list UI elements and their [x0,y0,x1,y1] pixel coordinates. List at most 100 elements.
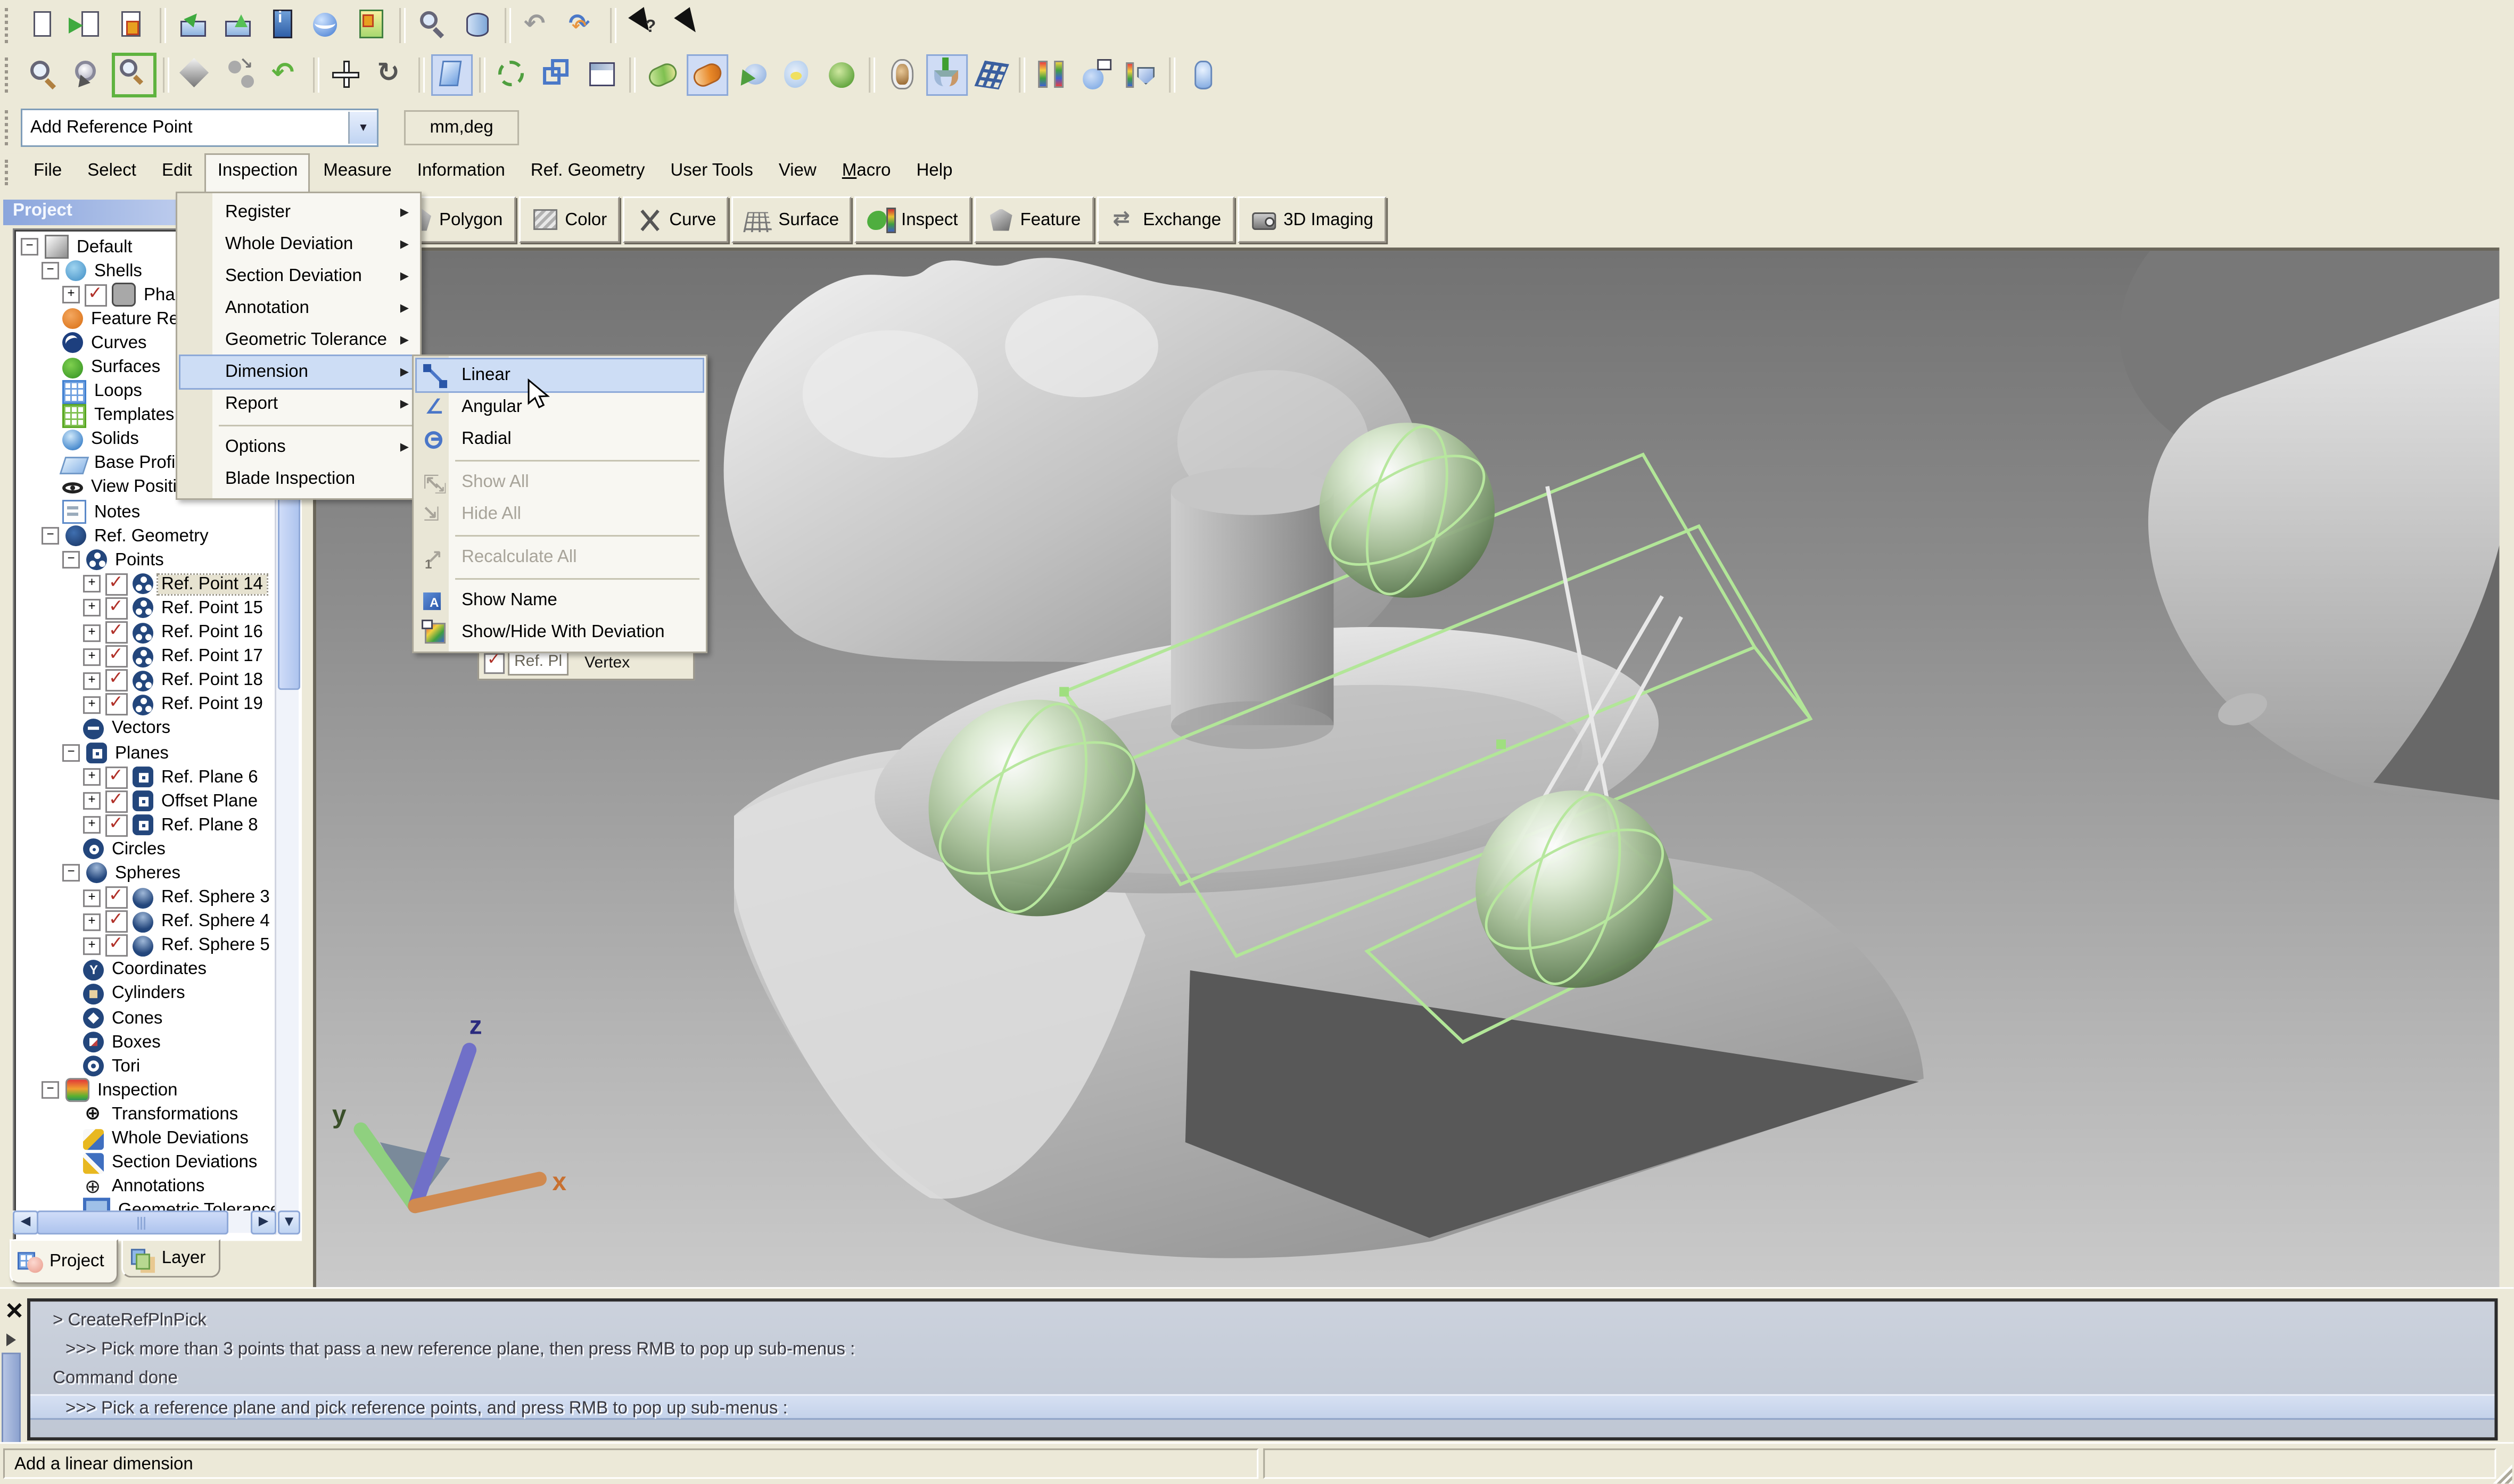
command-combobox[interactable]: Add Reference Point ▼ [21,109,378,147]
menu-macro[interactable]: Macro [829,153,904,192]
checkbox-checked[interactable] [484,653,505,673]
checkbox-checked[interactable] [85,284,107,306]
tab-inspect[interactable]: Inspect [855,196,970,243]
tree-item-ref-plane-6[interactable]: +Ref. Plane 6 [14,765,300,789]
submenu-item-radial[interactable]: Radial [417,423,703,455]
collapse-icon[interactable]: − [62,865,80,883]
tree-item-notes[interactable]: Notes [14,500,300,524]
tree-item-tori[interactable]: Tori [14,1054,300,1078]
submenu-item-linear[interactable]: Linear [417,359,703,391]
tree-item-section-deviations[interactable]: Section Deviations [14,1151,300,1175]
checkbox-checked[interactable] [105,621,128,644]
blob-flag-icon[interactable] [1076,54,1118,96]
expand-icon[interactable]: + [83,575,101,593]
menu-measure[interactable]: Measure [310,153,404,192]
vertex-label[interactable]: Vertex [584,654,630,672]
collapse-icon[interactable]: − [21,238,38,255]
menubar-grip[interactable] [5,160,13,185]
tab-curve[interactable]: Curve [623,196,729,243]
tree-item-ref-sphere-4[interactable]: +Ref. Sphere 4 [14,910,300,934]
tree-item-ref-point-15[interactable]: +Ref. Point 15 [14,596,300,620]
menu-item-annotation[interactable]: Annotation▶ [180,292,417,324]
checkbox-checked[interactable] [105,646,128,668]
menu-item-blade-inspection[interactable]: Blade Inspection [180,463,417,495]
checkbox-checked[interactable] [105,573,128,596]
menu-view[interactable]: View [766,153,829,192]
tree-item-ref-point-17[interactable]: +Ref. Point 17 [14,645,300,669]
expand-icon[interactable]: + [83,889,101,906]
undo-icon[interactable] [517,4,559,46]
tree-item-points[interactable]: −Points [14,548,300,572]
tree-item-ref-sphere-5[interactable]: +Ref. Sphere 5 [14,934,300,958]
console-side-scrollbar[interactable] [2,1353,21,1444]
collapse-icon[interactable]: − [42,1082,59,1099]
menu-ref-geometry[interactable]: Ref. Geometry [518,153,658,192]
expand-icon[interactable]: + [62,286,80,304]
tree-item-ref-plane-8[interactable]: +Ref. Plane 8 [14,813,300,837]
new-doc-icon[interactable] [22,4,64,46]
import-doc-icon[interactable] [67,4,109,46]
panel-tab-project[interactable]: Project [10,1239,119,1284]
transform-view-icon[interactable] [220,54,262,96]
mesh-grid-icon[interactable] [971,54,1012,96]
menu-item-geometric-tolerance[interactable]: Geometric Tolerance▶ [180,324,417,356]
tree-item-circles[interactable]: Circles [14,837,300,861]
expand-icon[interactable]: + [83,937,101,954]
capsule-orange-icon[interactable] [687,54,728,96]
view-mode-icon[interactable] [176,54,217,96]
panel-tab-layer[interactable]: Layer [122,1239,220,1277]
measure-flask-icon[interactable] [262,4,303,46]
checkbox-checked[interactable] [105,911,128,933]
checkbox-checked[interactable] [105,766,128,788]
wireframe-box-icon[interactable] [537,54,578,96]
menu-inspection[interactable]: Inspection [205,153,310,192]
green-sphere-icon[interactable] [821,54,862,96]
tab-3d-imaging[interactable]: 3D Imaging [1237,196,1386,243]
undo-view-icon[interactable] [265,54,307,96]
combobox-dropdown-icon[interactable]: ▼ [348,112,377,144]
rotate-icon[interactable] [370,54,412,96]
tree-item-cones[interactable]: Cones [14,1006,300,1030]
tree-item-coordinates[interactable]: Coordinates [14,958,300,982]
menu-help[interactable]: Help [904,153,966,192]
normal-tree-icon[interactable] [926,54,968,96]
redo-icon[interactable] [562,4,604,46]
tab-feature[interactable]: Feature [974,196,1094,243]
colorbar-arrow-icon[interactable] [1032,54,1073,96]
tree-item-whole-deviations[interactable]: Whole Deviations [14,1127,300,1151]
checkbox-checked[interactable] [105,935,128,957]
zoom-icon[interactable] [22,54,64,96]
scroll-down-icon[interactable]: ▼ [278,1210,300,1234]
menu-item-options[interactable]: Options▶ [180,431,417,463]
toolbar-grip[interactable] [5,110,13,145]
expand-icon[interactable]: + [83,672,101,689]
blue-vase-icon[interactable] [1182,54,1223,96]
tree-item-transformations[interactable]: Transformations [14,1102,300,1126]
open-folder-icon[interactable] [172,4,214,46]
expand-icon[interactable]: + [83,648,101,665]
save-icon[interactable] [112,4,153,46]
tree-item-spheres[interactable]: −Spheres [14,861,300,885]
console-arrow-icon[interactable] [6,1333,22,1346]
menu-select[interactable]: Select [75,153,149,192]
expand-icon[interactable]: + [83,768,101,786]
image-export-icon[interactable] [351,4,393,46]
scroll-right-icon[interactable]: ▶ [251,1210,276,1234]
zoom-region-icon[interactable] [112,53,156,97]
web-browser-icon[interactable] [307,4,348,46]
tree-item-ref-point-16[interactable]: +Ref. Point 16 [14,621,300,645]
expand-icon[interactable]: + [83,913,101,930]
submenu-item-hide-all[interactable]: Hide All [417,498,703,530]
checkbox-checked[interactable] [105,670,128,692]
checkbox-checked[interactable] [105,886,128,909]
submenu-item-show-hide-with-deviation[interactable]: Show/Hide With Deviation [417,616,703,648]
scroll-left-icon[interactable]: ◀ [13,1210,38,1234]
shaded-view-icon[interactable] [431,54,473,96]
point-cloud-icon[interactable] [492,54,533,96]
submenu-item-show-name[interactable]: Show Name [417,584,703,616]
vase-icon[interactable] [881,54,923,96]
zoom-fit-icon[interactable] [67,54,109,96]
checkbox-checked[interactable] [105,694,128,716]
expand-icon[interactable]: + [83,696,101,714]
collapse-icon[interactable]: − [42,527,59,545]
